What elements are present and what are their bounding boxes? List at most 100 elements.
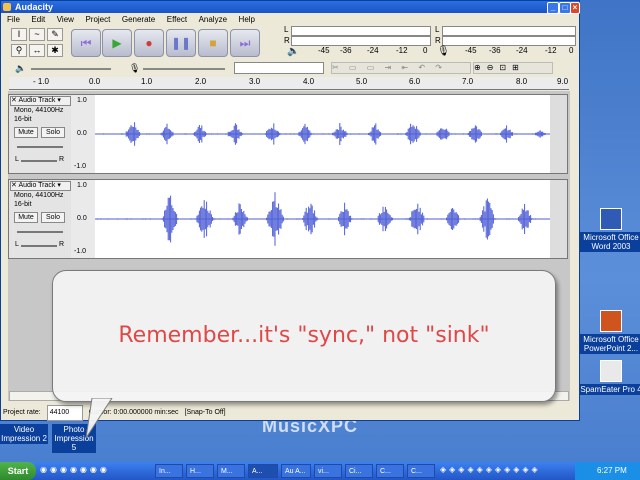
pause-button[interactable]: ❚❚ bbox=[166, 29, 196, 57]
callout-bubble: Remember...it's "sync," not "sink" bbox=[52, 270, 556, 402]
taskbar-item[interactable]: M... bbox=[217, 464, 245, 478]
stop-button[interactable]: ■ bbox=[198, 29, 228, 57]
powerpoint-icon bbox=[600, 310, 622, 332]
spameater-icon bbox=[600, 360, 622, 382]
ruler-tick: 6.0 bbox=[409, 77, 421, 86]
gain-slider[interactable] bbox=[17, 231, 63, 233]
quick-launch[interactable]: ◉◉◉◉◉◉◉ bbox=[40, 465, 150, 477]
record-meter-right bbox=[442, 36, 576, 46]
skip-start-button[interactable]: ⏮ bbox=[71, 29, 101, 57]
menu-help[interactable]: Help bbox=[239, 15, 255, 24]
close-track-icon[interactable]: ✕ bbox=[11, 182, 17, 189]
word-icon bbox=[600, 208, 622, 230]
timeline-ruler[interactable]: - 1.0 0.0 1.0 2.0 3.0 4.0 5.0 6.0 7.0 8.… bbox=[9, 77, 569, 90]
envelope-tool[interactable]: ~ bbox=[29, 28, 45, 41]
desktop-icon-video-impression[interactable]: Video Impression 2 bbox=[0, 424, 48, 444]
ruler-tick: 8.0 bbox=[516, 77, 528, 86]
callout-pointer bbox=[85, 398, 113, 439]
meter-left-label: L bbox=[284, 25, 289, 34]
playback-meter-right bbox=[291, 36, 431, 46]
track-format: Mono, 44100Hz bbox=[14, 107, 64, 114]
window-title: Audacity bbox=[15, 2, 54, 12]
audio-track-2: ✕ Audio Track ▾ Mono, 44100Hz 16-bit Mut… bbox=[8, 179, 568, 259]
close-track-icon[interactable]: ✕ bbox=[11, 97, 17, 104]
taskbar-item[interactable]: H... bbox=[186, 464, 214, 478]
solo-button[interactable]: Solo bbox=[41, 212, 65, 223]
menu-generate[interactable]: Generate bbox=[122, 15, 155, 24]
y-axis-label: -1.0 bbox=[74, 248, 87, 255]
ruler-tick: 1.0 bbox=[141, 77, 153, 86]
speaker-icon: 🔈 bbox=[287, 46, 300, 57]
input-source-select[interactable] bbox=[234, 62, 324, 74]
meter-tick: -36 bbox=[489, 46, 501, 55]
pan-slider[interactable] bbox=[21, 160, 57, 162]
y-axis-label: 0.0 bbox=[77, 130, 87, 137]
taskbar-item[interactable]: In... bbox=[155, 464, 183, 478]
taskbar-item[interactable]: Au A... bbox=[281, 464, 311, 478]
track-control-panel: ✕ Audio Track ▾ Mono, 44100Hz 16-bit Mut… bbox=[9, 95, 72, 173]
multi-tool[interactable]: ✱ bbox=[47, 44, 63, 57]
track-control-panel: ✕ Audio Track ▾ Mono, 44100Hz 16-bit Mut… bbox=[9, 180, 72, 258]
track-bitdepth: 16-bit bbox=[14, 201, 32, 208]
tray-icons[interactable]: ◈◈◈◈◈◈◈◈◈◈◈ bbox=[440, 465, 570, 477]
y-axis-label: 1.0 bbox=[77, 182, 87, 189]
mute-button[interactable]: Mute bbox=[14, 127, 38, 138]
track-name: Audio Track bbox=[18, 182, 56, 189]
output-volume-slider[interactable] bbox=[31, 68, 111, 70]
desktop-icon-label: SpamEater Pro 4 bbox=[580, 384, 640, 395]
meter-tick: -12 bbox=[396, 46, 408, 55]
taskbar-item[interactable]: C... bbox=[407, 464, 435, 478]
selection-tool[interactable]: I bbox=[11, 28, 27, 41]
input-mic-icon: 🎙 bbox=[129, 63, 141, 73]
menu-analyze[interactable]: Analyze bbox=[199, 15, 227, 24]
taskbar-item[interactable]: C... bbox=[376, 464, 404, 478]
edit-toolbar[interactable]: ✂ ▭ ▭ ⇥ ⇤ ↶ ↷ bbox=[331, 62, 471, 74]
play-button[interactable]: ▶ bbox=[102, 29, 132, 57]
pan-slider[interactable] bbox=[21, 245, 57, 247]
taskbar: Start ◉◉◉◉◉◉◉ In... H... M... A... Au A.… bbox=[0, 462, 640, 480]
ruler-tick: 2.0 bbox=[195, 77, 207, 86]
track-y-axis: 1.0 0.0 -1.0 bbox=[71, 180, 96, 258]
menu-project[interactable]: Project bbox=[85, 15, 110, 24]
y-axis-label: 1.0 bbox=[77, 97, 87, 104]
taskbar-item[interactable]: Ci... bbox=[345, 464, 373, 478]
system-tray: 6:27 PM bbox=[575, 462, 640, 480]
track-bitdepth: 16-bit bbox=[14, 116, 32, 123]
draw-tool[interactable]: ✎ bbox=[47, 28, 63, 41]
start-button[interactable]: Start bbox=[0, 462, 36, 480]
desktop-icon-word[interactable]: Microsoft Office Word 2003 bbox=[580, 208, 640, 252]
record-meter-left bbox=[442, 26, 576, 36]
meter-right-label: R bbox=[284, 36, 290, 45]
track-name-dropdown[interactable]: ✕ Audio Track ▾ bbox=[10, 181, 71, 191]
taskbar-item-active[interactable]: A... bbox=[248, 464, 278, 478]
meter-left-label: L bbox=[435, 25, 440, 34]
pan-left-label: L bbox=[15, 241, 19, 248]
waveform[interactable] bbox=[95, 180, 550, 258]
skip-end-button[interactable]: ⏭ bbox=[230, 29, 260, 57]
ruler-tick: 0.0 bbox=[89, 77, 101, 86]
track-name: Audio Track bbox=[18, 97, 56, 104]
menu-view[interactable]: View bbox=[57, 15, 74, 24]
pan-right-label: R bbox=[59, 156, 65, 163]
meter-tick: 0 bbox=[423, 46, 428, 55]
ruler-tick: 9.0 bbox=[557, 77, 569, 86]
record-button[interactable]: ● bbox=[134, 29, 164, 57]
input-volume-slider[interactable] bbox=[143, 68, 225, 70]
ruler-tick: 4.0 bbox=[303, 77, 315, 86]
waveform[interactable] bbox=[95, 95, 550, 173]
timeshift-tool[interactable]: ↔ bbox=[29, 44, 45, 57]
zoom-tool[interactable]: ⚲ bbox=[11, 44, 27, 57]
zoom-toolbar[interactable]: ⊕⊖⊡⊞ bbox=[473, 62, 553, 74]
track-name-dropdown[interactable]: ✕ Audio Track ▾ bbox=[10, 96, 71, 106]
menu-edit[interactable]: Edit bbox=[31, 15, 45, 24]
menu-effect[interactable]: Effect bbox=[167, 15, 187, 24]
solo-button[interactable]: Solo bbox=[41, 127, 65, 138]
mute-button[interactable]: Mute bbox=[14, 212, 38, 223]
title-bar[interactable]: Audacity _ □ × bbox=[1, 1, 580, 14]
desktop-icon-spameater[interactable]: SpamEater Pro 4 bbox=[580, 360, 640, 395]
gain-slider[interactable] bbox=[17, 146, 63, 148]
taskbar-item[interactable]: vi... bbox=[314, 464, 342, 478]
project-rate-field[interactable]: 44100 bbox=[46, 405, 83, 421]
menu-file[interactable]: File bbox=[7, 15, 20, 24]
desktop-icon-powerpoint[interactable]: Microsoft Office PowerPoint 2... bbox=[580, 310, 640, 354]
